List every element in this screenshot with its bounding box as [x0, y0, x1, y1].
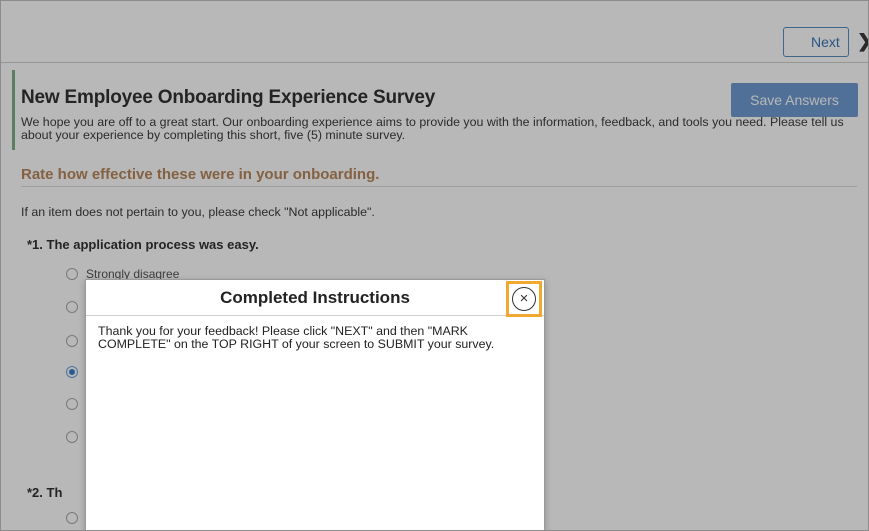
dialog-title: Completed Instructions — [220, 288, 410, 307]
close-icon[interactable]: × — [512, 287, 536, 311]
dialog-header: Completed Instructions × — [86, 280, 544, 317]
dialog-message: Thank you for your feedback! Please clic… — [98, 324, 495, 351]
completed-instructions-dialog: Completed Instructions × Thank you for y… — [85, 279, 545, 530]
survey-window: Next ❯ New Employee Onboarding Experienc… — [0, 0, 869, 531]
close-button[interactable]: × — [506, 281, 542, 317]
